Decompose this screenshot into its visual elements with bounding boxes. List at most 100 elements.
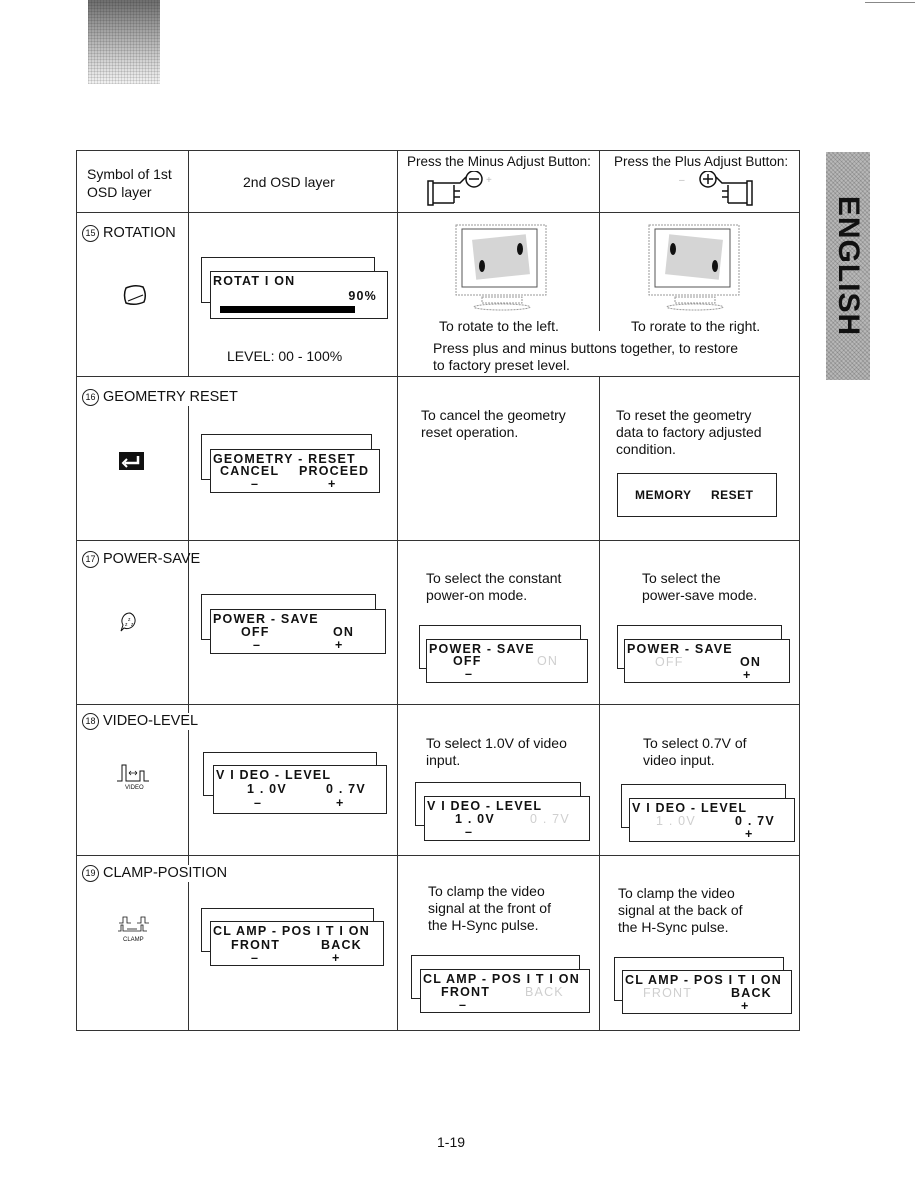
col-divider <box>188 151 189 376</box>
monitor-rotated-right-illustration <box>648 224 740 311</box>
osd-option-minus: FRONT <box>231 938 281 952</box>
osd-result-power-save: POWER - SAVE OFF ON + <box>624 639 790 683</box>
osd-option-selected: ON <box>740 655 762 669</box>
osd-option-dimmed: FRONT <box>643 986 693 1000</box>
geometry-reset-desc: To reset the geometry data to factory ad… <box>616 407 762 458</box>
osd-title: V I DEO - LEVEL <box>427 799 543 813</box>
desc-line: to factory preset level. <box>433 357 570 373</box>
osd-plus-sign: + <box>328 477 337 491</box>
header-osd-col: 2nd OSD layer <box>243 174 335 190</box>
osd-option-selected: 1 . 0V <box>455 812 495 826</box>
osd-title: POWER - SAVE <box>213 612 319 626</box>
geometry-cancel-desc: To cancel the geometry reset operation. <box>421 407 566 441</box>
row-title-text: GEOMETRY RESET <box>103 389 238 405</box>
power-save-icon: zz z <box>120 612 136 632</box>
osd-option-selected: OFF <box>453 654 482 668</box>
desc-line: condition. <box>616 441 676 457</box>
desc-line: To select the constant <box>426 570 562 586</box>
osd-plus-sign: + <box>335 638 344 652</box>
item-number-badge: 19 <box>82 865 99 882</box>
row-title-text: CLAMP-POSITION <box>103 865 228 881</box>
row-title-clamp-position: 19 CLAMP-POSITION <box>82 865 230 882</box>
header-minus-col: Press the Minus Adjust Button: <box>407 154 591 169</box>
video-level-icon: VIDEO <box>117 764 149 791</box>
osd-minus-sign: – <box>459 998 468 1012</box>
osd-panel-rotation: ROTAT I ON 90% <box>210 271 388 319</box>
osd-title: CL AMP - POS I T I ON <box>213 924 370 938</box>
row-title-rotation: 15 ROTATION <box>82 225 176 242</box>
osd-option-minus: 1 . 0V <box>247 782 287 796</box>
row-divider <box>77 376 799 377</box>
osd-panel-video-level: V I DEO - LEVEL 1 . 0V 0 . 7V – + <box>213 765 387 814</box>
osd-minus-sign: – <box>254 796 263 810</box>
desc-line: signal at the front of <box>428 900 551 916</box>
osd-option-minus: OFF <box>241 625 270 639</box>
osd-minus-sign: – <box>253 638 262 652</box>
svg-text:–: – <box>679 175 685 186</box>
desc-line: To clamp the video <box>428 883 545 899</box>
clamp-front-desc: To clamp the video signal at the front o… <box>428 883 551 934</box>
osd-option-dimmed: ON <box>537 654 559 668</box>
osd-title: POWER - SAVE <box>627 642 733 656</box>
osd-panel-power-save: POWER - SAVE OFF ON – + <box>210 609 386 654</box>
memory-reset-display: MEMORY RESET <box>617 473 777 517</box>
desc-line: To reset the geometry <box>616 407 752 423</box>
osd-plus-sign: + <box>332 951 341 965</box>
row-title-text: ROTATION <box>103 225 176 241</box>
video-07v-desc: To select 0.7V of video input. <box>643 735 747 769</box>
row-divider <box>77 855 799 856</box>
rotation-restore-desc: Press plus and minus buttons together, t… <box>433 340 743 374</box>
osd-minus-sign: – <box>251 477 260 491</box>
osd-option-selected: FRONT <box>441 985 491 999</box>
reset-label: RESET <box>711 488 754 502</box>
header-symbol-line2: OSD layer <box>87 184 152 200</box>
desc-line: Press plus and minus buttons together, t… <box>433 340 739 356</box>
desc-line: To select the <box>642 570 721 586</box>
osd-title: CL AMP - POS I T I ON <box>423 972 580 986</box>
osd-option-selected: 0 . 7V <box>735 814 775 828</box>
power-save-desc: To select the power-save mode. <box>642 570 757 604</box>
power-on-desc: To select the constant power-on mode. <box>426 570 561 604</box>
desc-line: video input. <box>643 752 715 768</box>
osd-option-selected: BACK <box>731 986 772 1000</box>
language-tab-label: ENGLISH <box>832 195 865 337</box>
desc-line: power-save mode. <box>642 587 758 603</box>
desc-line: power-on mode. <box>426 587 528 603</box>
osd-title: CL AMP - POS I T I ON <box>625 973 782 987</box>
osd-option-plus: ON <box>333 625 355 639</box>
desc-line: the H-Sync pulse. <box>428 917 539 933</box>
desc-line: reset operation. <box>421 424 519 440</box>
osd-plus-sign: + <box>743 668 752 682</box>
desc-line: To select 0.7V of <box>643 735 747 751</box>
monitor-rotated-left-illustration <box>455 224 547 311</box>
desc-line: input. <box>426 752 461 768</box>
osd-title: ROTAT I ON <box>213 274 296 288</box>
row-title-geometry-reset: 16 GEOMETRY RESET <box>82 389 240 406</box>
rotate-right-desc: To rorate to the right. <box>631 318 761 334</box>
osd-result-power-on: POWER - SAVE OFF ON – <box>426 639 588 683</box>
page-number: 1-19 <box>437 1134 466 1150</box>
rotate-left-desc: To rotate to the left. <box>439 318 559 334</box>
osd-title: POWER - SAVE <box>429 642 535 656</box>
desc-line: To cancel the geometry <box>421 407 566 423</box>
logo-mark <box>88 0 160 84</box>
osd-option-dimmed: BACK <box>525 985 564 999</box>
video-1v-desc: To select 1.0V of video input. <box>426 735 567 769</box>
row-title-video-level: 18 VIDEO-LEVEL <box>82 713 201 730</box>
item-number-badge: 18 <box>82 713 99 730</box>
osd-option-plus: 0 . 7V <box>326 782 366 796</box>
osd-result-07v: V I DEO - LEVEL 1 . 0V 0 . 7V + <box>629 798 795 842</box>
osd-minus-sign: – <box>251 951 260 965</box>
desc-line: signal at the back of <box>618 902 743 918</box>
osd-result-front: CL AMP - POS I T I ON FRONT BACK – <box>420 969 590 1013</box>
row-title-text: VIDEO-LEVEL <box>103 713 199 729</box>
osd-title: V I DEO - LEVEL <box>216 768 332 782</box>
col-divider <box>397 151 398 1030</box>
osd-option-plus: PROCEED <box>299 464 370 478</box>
osd-result-back: CL AMP - POS I T I ON FRONT BACK + <box>622 970 792 1014</box>
osd-option-plus: BACK <box>321 938 362 952</box>
osd-option-dimmed: 1 . 0V <box>656 814 696 828</box>
osd-option-dimmed: 0 . 7V <box>530 812 570 826</box>
svg-text:+: + <box>486 175 492 186</box>
col-divider <box>599 376 600 1030</box>
